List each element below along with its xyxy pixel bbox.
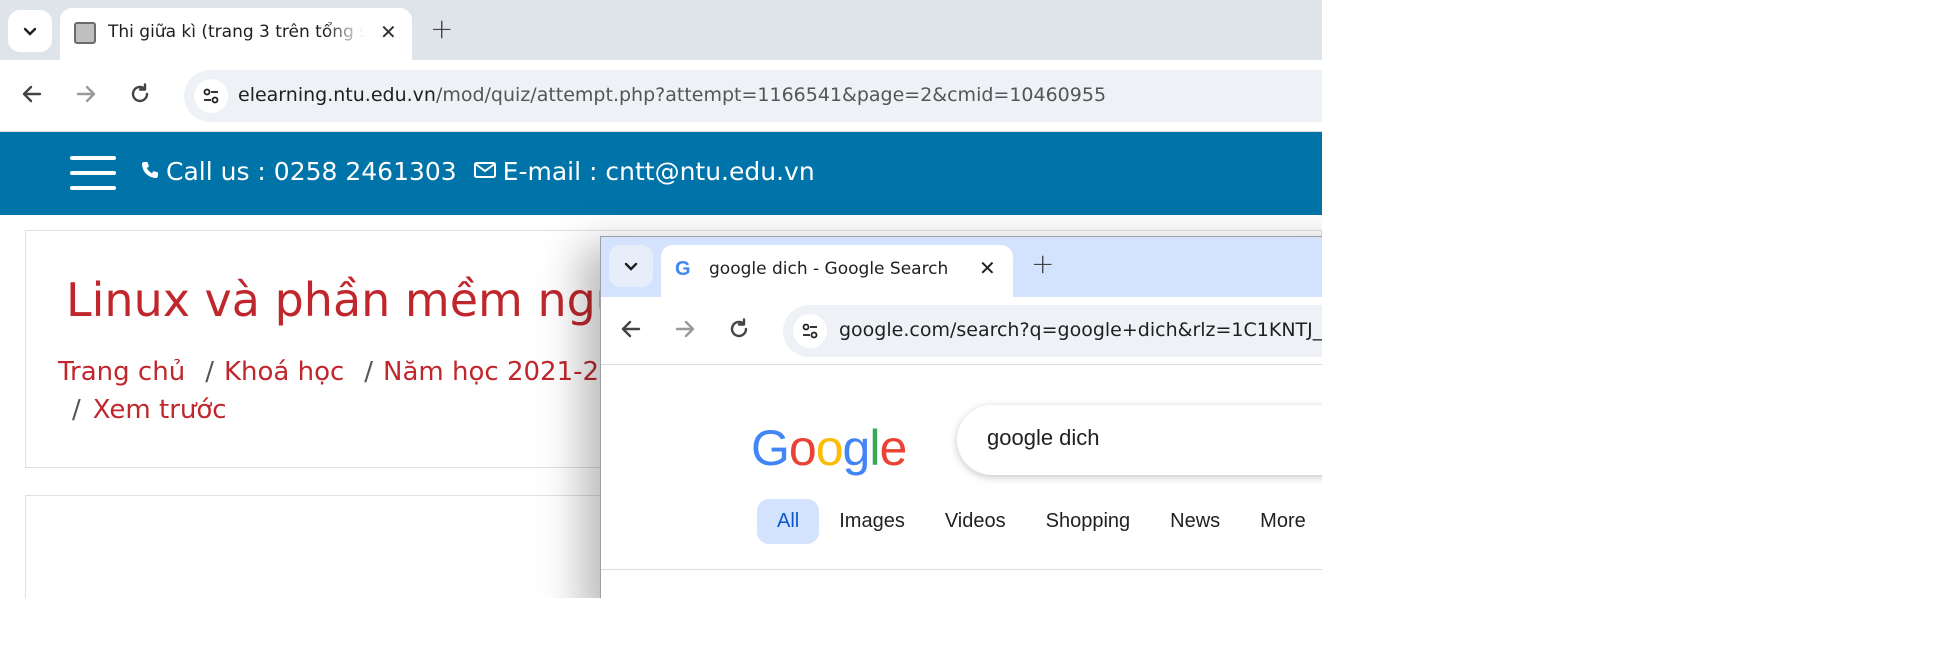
url-text: elearning.ntu.edu.vn/mod/quiz/attempt.ph… [238,84,1106,106]
google-browser-window[interactable]: G google dich - Google Search ✕ + google… [600,236,1322,598]
tab-strip: G google dich - Google Search ✕ + [601,237,1322,297]
chevron-down-icon [23,27,37,36]
breadcrumb: Trang chủ / Khoá học / Năm học 2021-2 [58,357,599,387]
search-box[interactable] [957,405,1322,475]
close-tab-icon[interactable]: ✕ [380,20,397,44]
page-title: Linux và phần mềm ngu [66,273,625,327]
logo-letter: G [751,420,790,476]
back-button[interactable] [619,317,643,347]
phone-icon [140,157,160,186]
logo-letter: g [842,420,871,476]
tab-more[interactable]: More [1240,499,1322,544]
site-favicon-icon [74,22,96,44]
breadcrumb-item-year[interactable]: Năm học 2021-2 [383,357,599,387]
tab-shopping[interactable]: Shopping [1026,499,1151,544]
breadcrumb-item-courses[interactable]: Khoá học [224,357,344,387]
forward-button[interactable] [74,82,98,112]
reload-button[interactable] [128,82,152,112]
site-header: Call us : 0258 2461303 E-mail : cntt@ntu… [0,132,1322,215]
chevron-down-icon [624,262,638,271]
tab-images[interactable]: Images [819,499,925,544]
breadcrumb-separator: / [364,357,374,387]
arrow-right-icon [675,320,695,338]
breadcrumb-second-line: / Xem trước [72,395,227,425]
reload-icon [730,318,748,338]
tab-google-search[interactable]: G google dich - Google Search ✕ [661,245,1013,297]
tab-quiz[interactable]: Thi giữa kì (trang 3 trên tổng số ✕ [60,8,412,60]
divider [601,569,1322,570]
email-label[interactable]: E-mail : cntt@ntu.edu.vn [503,157,815,186]
tune-icon [203,88,219,104]
screen: Thi giữa kì (trang 3 trên tổng số ✕ + el… [0,0,1322,598]
logo-letter: o [788,420,817,476]
tab-title: Thi giữa kì (trang 3 trên tổng số [108,22,364,42]
new-tab-button[interactable]: + [430,12,453,45]
address-bar[interactable]: elearning.ntu.edu.vn/mod/quiz/attempt.ph… [184,70,1322,122]
close-tab-icon[interactable]: ✕ [979,256,996,280]
tab-title: google dich - Google Search [709,259,949,279]
search-tabs: All Images Videos Shopping News More [757,499,1322,544]
tune-icon [802,323,818,339]
browser-toolbar: google.com/search?q=google+dich&rlz=1C1K… [601,297,1322,365]
tab-all[interactable]: All [757,499,820,544]
google-logo[interactable]: Google [751,419,907,477]
search-input[interactable] [987,425,1322,451]
tab-news[interactable]: News [1150,499,1240,544]
breadcrumb-item-preview[interactable]: Xem trước [93,395,227,425]
url-host: elearning.ntu.edu.vn [238,84,436,106]
tab-search-button[interactable] [609,245,653,287]
site-info-button[interactable] [194,79,228,113]
tab-strip: Thi giữa kì (trang 3 trên tổng số ✕ + [0,0,1322,60]
call-label: Call us : 0258 2461303 [166,157,457,186]
breadcrumb-item-home[interactable]: Trang chủ [58,357,185,387]
logo-letter: o [815,420,844,476]
logo-letter: l [869,420,880,476]
google-favicon-icon: G [675,258,691,280]
arrow-left-icon [22,85,42,103]
address-bar[interactable]: google.com/search?q=google+dich&rlz=1C1K… [783,305,1322,357]
breadcrumb-separator: / [72,395,81,425]
new-tab-button[interactable]: + [1031,247,1054,280]
contact-info: Call us : 0258 2461303 E-mail : cntt@ntu… [140,157,815,186]
back-button[interactable] [20,82,44,112]
envelope-icon [473,157,497,186]
reload-icon [131,83,149,103]
url-text: google.com/search?q=google+dich&rlz=1C1K… [839,319,1322,341]
tab-search-button[interactable] [8,10,52,52]
tab-videos[interactable]: Videos [925,499,1026,544]
logo-letter: e [879,420,907,476]
url-path: /mod/quiz/attempt.php?attempt=1166541&pa… [435,84,1107,106]
browser-toolbar: elearning.ntu.edu.vn/mod/quiz/attempt.ph… [0,60,1322,132]
arrow-right-icon [76,85,96,103]
site-info-button[interactable] [793,314,827,348]
menu-icon[interactable] [70,156,116,190]
forward-button[interactable] [673,317,697,347]
arrow-left-icon [621,320,641,338]
reload-button[interactable] [727,317,751,347]
breadcrumb-separator: / [205,357,214,387]
